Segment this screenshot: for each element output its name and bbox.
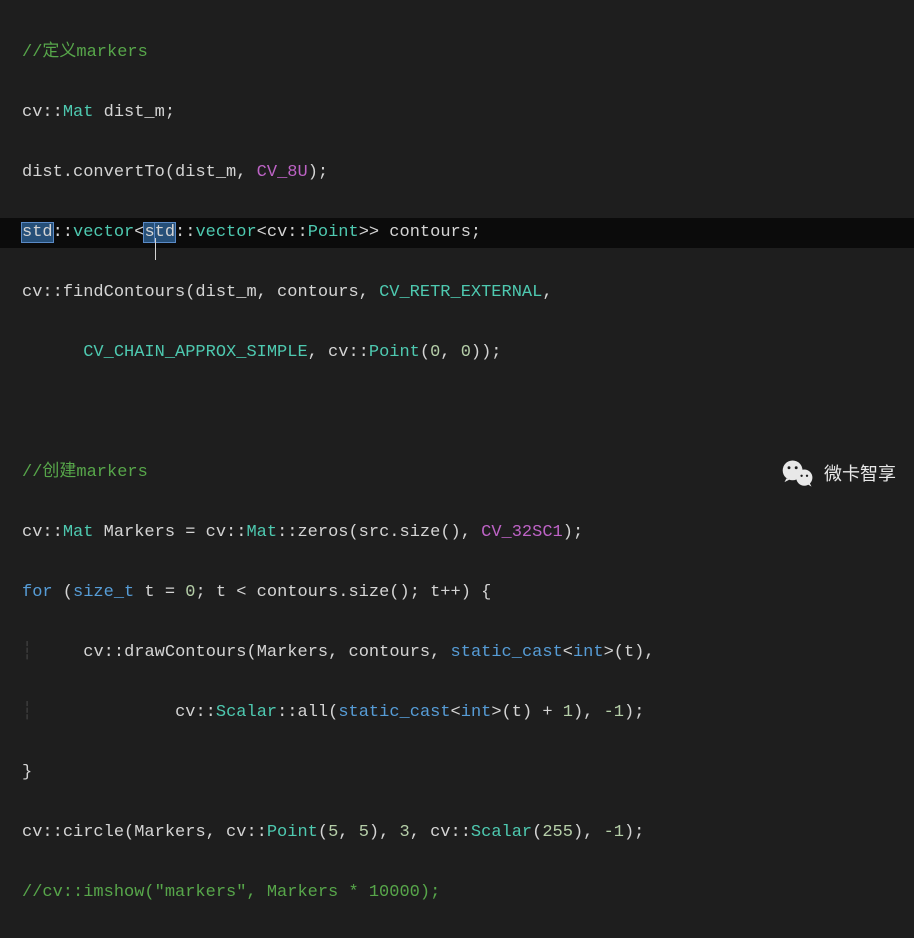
code-line: } bbox=[22, 758, 914, 788]
selection-match: std bbox=[21, 222, 54, 243]
code-line: ┆ cv::Scalar::all(static_cast<int>(t) + … bbox=[22, 698, 914, 728]
code-line: //cv::imshow("markers", Markers * 10000)… bbox=[22, 878, 914, 908]
code-line-current: std::vector<std::vector<cv::Point>> cont… bbox=[0, 218, 914, 248]
code-line: //创建markers bbox=[22, 458, 914, 488]
comment-text: //定义markers bbox=[22, 43, 148, 62]
code-line: dist.convertTo(dist_m, CV_8U); bbox=[22, 158, 914, 188]
code-line: cv::circle(Markers, cv::Point(5, 5), 3, … bbox=[22, 818, 914, 848]
comment-text: //创建markers bbox=[22, 463, 148, 482]
code-line: cv::Mat dist_m; bbox=[22, 98, 914, 128]
code-line: CV_CHAIN_APPROX_SIMPLE, cv::Point(0, 0))… bbox=[22, 338, 914, 368]
code-line: ┆ cv::drawContours(Markers, contours, st… bbox=[22, 638, 914, 668]
code-line: for (size_t t = 0; t < contours.size(); … bbox=[22, 578, 914, 608]
comment-text: //cv::imshow("markers", Markers * 10000)… bbox=[22, 883, 440, 902]
code-editor[interactable]: //定义markers cv::Mat dist_m; dist.convert… bbox=[0, 0, 914, 938]
code-line: //定义markers bbox=[22, 38, 914, 68]
indent-guide: ┆ bbox=[22, 643, 32, 662]
code-line: cv::Mat Markers = cv::Mat::zeros(src.siz… bbox=[22, 518, 914, 548]
indent-guide: ┆ bbox=[22, 703, 32, 722]
code-line: cv::findContours(dist_m, contours, CV_RE… bbox=[22, 278, 914, 308]
code-line-blank bbox=[22, 398, 914, 428]
selection-match: td bbox=[154, 222, 176, 243]
